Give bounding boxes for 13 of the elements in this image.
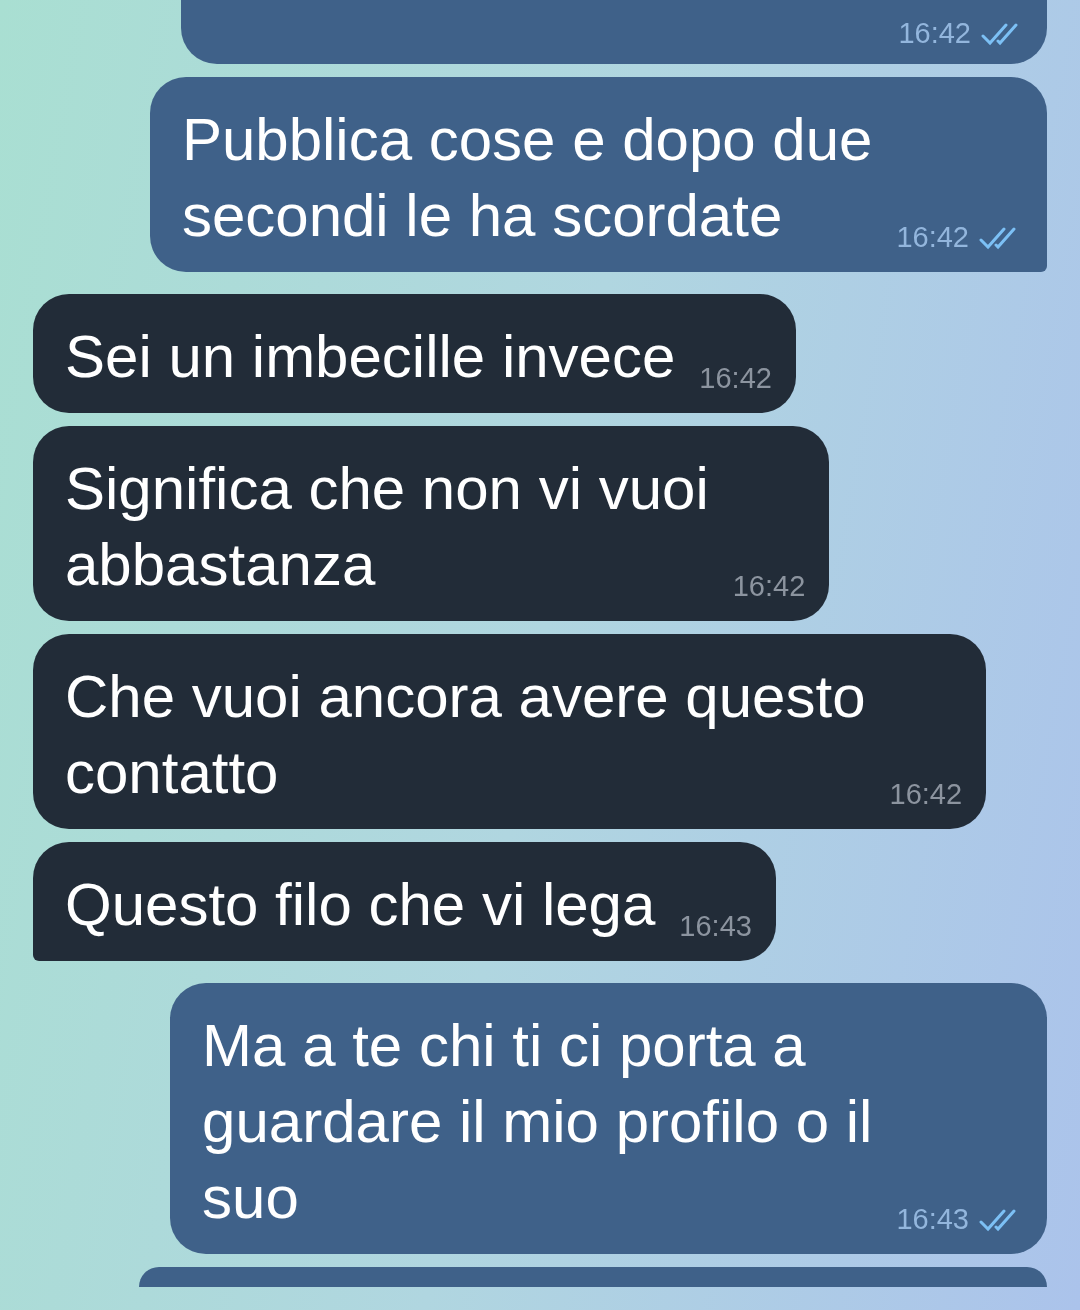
message-time: 16:42 <box>732 570 806 603</box>
message-text: Ma a te chi ti ci porta a guardare il mio profilo o il suo <box>202 1011 873 1233</box>
message-text: Questo filo che vi lega <box>65 870 656 940</box>
message-text: Che vuoi ancora avere questo contatto <box>65 662 866 808</box>
message-text: Pubblica cose e dopo due secondi le ha scordate <box>181 105 873 251</box>
message-time: 16:42 <box>898 17 971 50</box>
message-time: 16:43 <box>679 910 752 943</box>
message-time: 16:42 <box>889 778 963 811</box>
message-time: 16:42 <box>699 362 772 395</box>
message-text: Sei un imbecille invece <box>65 322 676 392</box>
message-time: 16:43 <box>896 1203 969 1236</box>
message-text: Significa che non vi vuoi abbastanza <box>65 454 709 600</box>
message-time: 16:42 <box>896 221 969 254</box>
